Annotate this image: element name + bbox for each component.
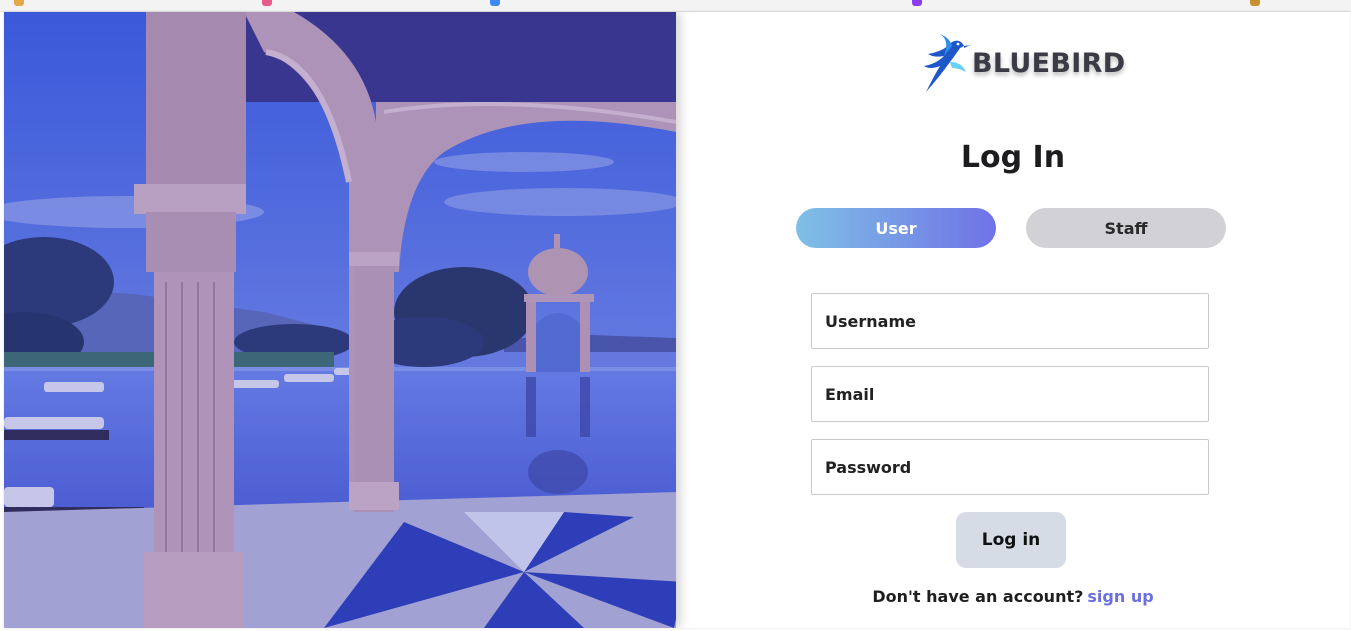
tab-user[interactable]: User bbox=[796, 208, 996, 248]
signup-prompt-text: Don't have an account? bbox=[872, 587, 1084, 606]
brand: BLUEBIRD bbox=[920, 32, 1125, 94]
bookmark-icon[interactable] bbox=[912, 0, 922, 6]
tab-staff[interactable]: Staff bbox=[1026, 208, 1226, 248]
brand-name: BLUEBIRD bbox=[972, 47, 1126, 79]
browser-bookmarks-strip bbox=[0, 0, 1351, 12]
page-title: Log In bbox=[960, 140, 1066, 175]
username-field[interactable]: Username bbox=[811, 293, 1209, 349]
palace-pool-illustration bbox=[4, 12, 676, 628]
bookmark-icon[interactable] bbox=[14, 0, 24, 6]
signup-prompt: Don't have an account? sign up bbox=[676, 587, 1350, 606]
bookmark-icon[interactable] bbox=[1250, 0, 1260, 6]
login-button[interactable]: Log in bbox=[956, 512, 1066, 568]
hero-image bbox=[4, 12, 676, 628]
login-card: BLUEBIRD Log In User Staff Username Emai… bbox=[4, 12, 1350, 628]
email-field[interactable]: Email bbox=[811, 366, 1209, 422]
bluebird-logo-icon bbox=[924, 34, 970, 92]
signup-link[interactable]: sign up bbox=[1087, 587, 1153, 606]
bookmark-icon[interactable] bbox=[262, 0, 272, 6]
login-panel: BLUEBIRD Log In User Staff Username Emai… bbox=[676, 12, 1350, 628]
bookmark-icon[interactable] bbox=[490, 0, 500, 6]
password-field[interactable]: Password bbox=[811, 439, 1209, 495]
